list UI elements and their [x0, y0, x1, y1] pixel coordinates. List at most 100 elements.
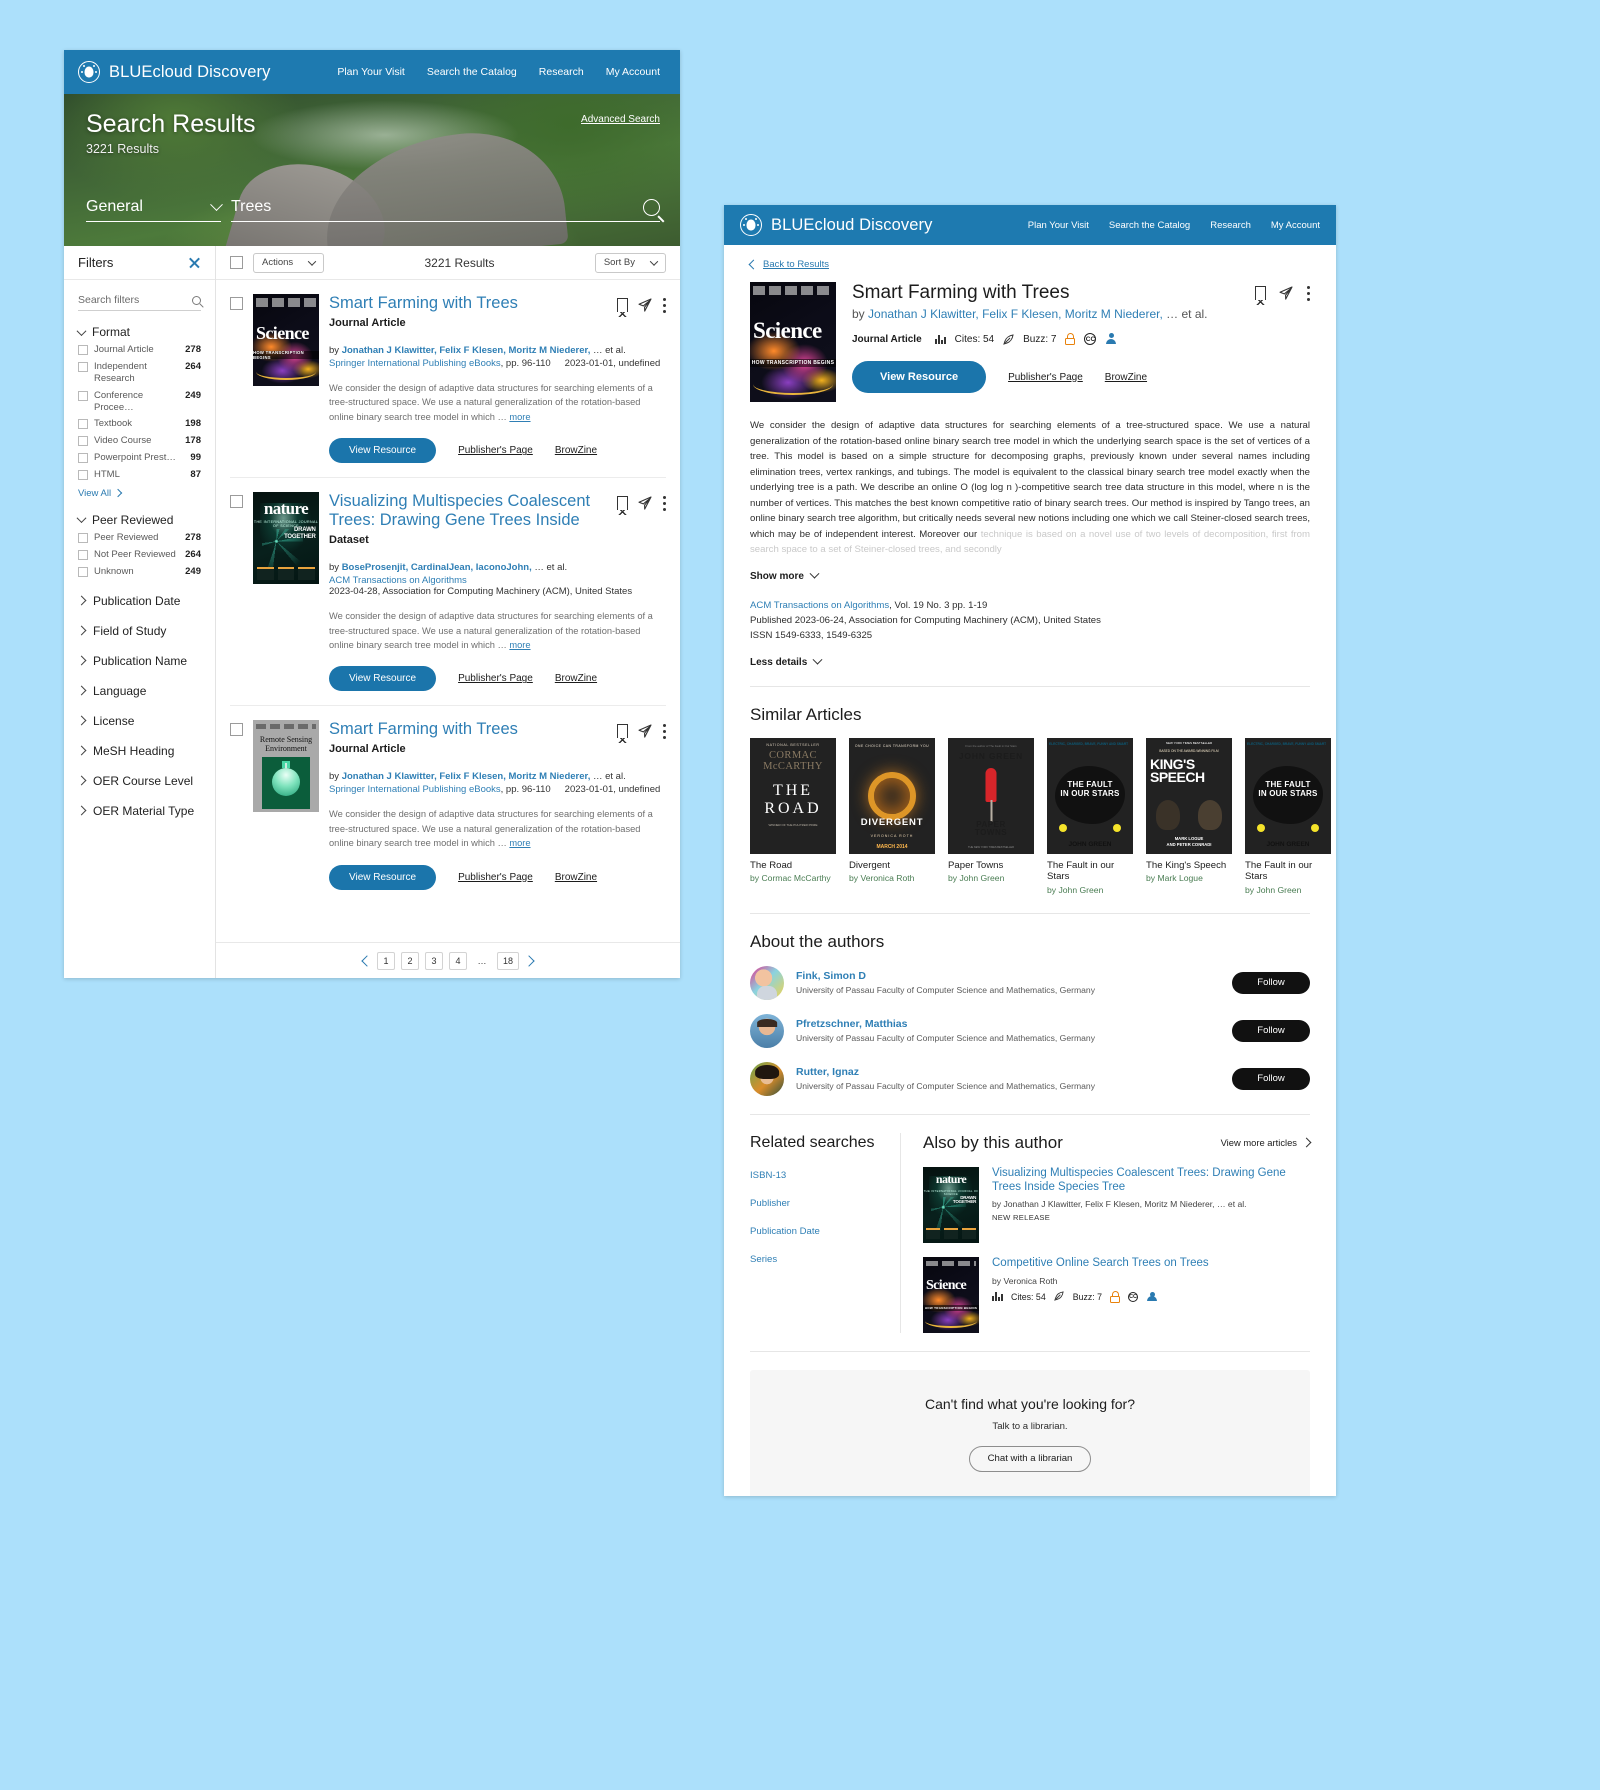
actions-dropdown[interactable]: Actions	[253, 252, 325, 273]
view-resource-button[interactable]: View Resource	[329, 438, 437, 464]
less-details-button[interactable]: Less details	[750, 654, 1310, 668]
chat-with-librarian-button[interactable]: Chat with a librarian	[968, 1445, 1092, 1472]
filter-option[interactable]: Video Course 178	[78, 435, 201, 447]
similar-article-title[interactable]: The Fault in our Stars	[1245, 860, 1331, 883]
browzine-link[interactable]: BrowZine	[555, 445, 597, 456]
kebab-menu-icon[interactable]	[662, 298, 666, 313]
filter-group-publication-date[interactable]: Publication Date	[76, 594, 201, 608]
close-icon[interactable]	[188, 256, 201, 269]
similar-article-item[interactable]: ELECTRIC, CHARGED, BRAVE, FUNNY AND SMAR…	[1245, 737, 1331, 895]
also-by-item[interactable]: nature THE INTERNATIONAL JOURNAL OF SCIE…	[923, 1166, 1310, 1243]
author-names[interactable]: Jonathan J Klawitter, Felix F Klesen, Mo…	[868, 307, 1163, 321]
author-names[interactable]: Jonathan J Klawitter, Felix F Klesen, Mo…	[342, 771, 591, 782]
similar-article-item[interactable]: NEW YORK TIMES BESTSELLER BASED ON THE A…	[1146, 737, 1232, 895]
result-checkbox[interactable]	[230, 297, 243, 310]
publishers-page-link[interactable]: Publisher's Page	[458, 673, 533, 684]
kebab-menu-icon[interactable]	[1306, 286, 1310, 301]
related-search-isbn-13[interactable]: ISBN-13	[750, 1170, 880, 1181]
page-button-2[interactable]: 2	[401, 951, 419, 970]
filter-group-oer-material-type[interactable]: OER Material Type	[76, 804, 201, 818]
filter-option[interactable]: HTML 87	[78, 469, 201, 481]
browzine-link[interactable]: BrowZine	[555, 673, 597, 684]
view-resource-button[interactable]: View Resource	[329, 864, 437, 890]
similar-article-title[interactable]: The Fault in our Stars	[1047, 860, 1133, 883]
filter-option[interactable]: Conference Procee… 249	[78, 390, 201, 414]
filter-option[interactable]: Journal Article 278	[78, 344, 201, 356]
publishers-page-link[interactable]: Publisher's Page	[458, 872, 533, 883]
checkbox[interactable]	[78, 436, 88, 447]
back-to-results[interactable]: Back to Results	[748, 259, 1310, 270]
send-icon[interactable]	[638, 496, 652, 510]
result-source[interactable]: Springer International Publishing eBooks	[329, 358, 501, 369]
send-icon[interactable]	[638, 724, 652, 738]
sort-by-dropdown[interactable]: Sort By	[594, 252, 666, 273]
page-button-1[interactable]: 1	[377, 951, 395, 970]
filter-option[interactable]: Unknown 249	[78, 566, 201, 578]
similar-article-title[interactable]: The Road	[750, 860, 836, 872]
follow-button[interactable]: Follow	[1232, 1067, 1310, 1090]
similar-article-item[interactable]: From the author of The Fault in Our Star…	[948, 737, 1034, 895]
filter-option[interactable]: Powerpoint Prest… 99	[78, 452, 201, 464]
more-link[interactable]: more	[509, 838, 530, 848]
nav-plan-your-visit[interactable]: Plan Your Visit	[337, 66, 405, 78]
nav-my-account[interactable]: My Account	[1271, 220, 1320, 231]
more-link[interactable]: more	[509, 412, 530, 422]
view-all-formats-link[interactable]: View All	[78, 488, 201, 499]
related-search-series[interactable]: Series	[750, 1254, 880, 1265]
bookmark-icon[interactable]	[616, 496, 629, 516]
nav-plan-your-visit[interactable]: Plan Your Visit	[1028, 220, 1089, 231]
page-button-4[interactable]: 4	[449, 951, 467, 970]
browzine-link[interactable]: BrowZine	[555, 872, 597, 883]
search-icon[interactable]	[643, 198, 660, 216]
nav-search-the-catalog[interactable]: Search the Catalog	[1109, 220, 1190, 231]
browzine-link[interactable]: BrowZine	[1105, 372, 1147, 383]
select-all-checkbox[interactable]	[230, 256, 243, 269]
filter-search-input[interactable]: Search filters	[78, 294, 201, 311]
checkbox[interactable]	[78, 419, 88, 430]
checkbox[interactable]	[78, 470, 88, 480]
page-button-18[interactable]: 18	[497, 951, 519, 970]
filter-group-field-of-study[interactable]: Field of Study	[76, 624, 201, 638]
brand[interactable]: BLUEcloud Discovery	[78, 61, 270, 83]
checkbox[interactable]	[78, 361, 88, 372]
also-by-title[interactable]: Visualizing Multispecies Coalescent Tree…	[992, 1167, 1310, 1195]
brand[interactable]: BLUEcloud Discovery	[740, 214, 932, 236]
filter-option[interactable]: Independent Research 264	[78, 361, 201, 385]
result-source[interactable]: Springer International Publishing eBooks	[329, 784, 501, 795]
advanced-search-link[interactable]: Advanced Search	[581, 114, 660, 125]
checkbox[interactable]	[78, 345, 88, 355]
filter-group-oer-course-level[interactable]: OER Course Level	[76, 774, 201, 788]
kebab-menu-icon[interactable]	[662, 724, 666, 740]
result-source[interactable]: ACM Transactions on Algorithms	[329, 575, 467, 586]
view-more-articles-link[interactable]: View more articles	[1221, 1137, 1312, 1148]
filter-option[interactable]: Not Peer Reviewed 264	[78, 549, 201, 561]
author-name[interactable]: Pfretzschner, Matthias	[796, 1018, 1220, 1030]
result-title[interactable]: Smart Farming with Trees	[329, 720, 617, 739]
send-icon[interactable]	[638, 298, 652, 312]
nav-research[interactable]: Research	[1210, 220, 1251, 231]
publishers-page-link[interactable]: Publisher's Page	[1008, 372, 1083, 383]
similar-article-title[interactable]: The King's Speech	[1146, 860, 1232, 872]
filter-group-mesh-heading[interactable]: MeSH Heading	[76, 744, 201, 758]
checkbox[interactable]	[78, 549, 88, 560]
send-icon[interactable]	[1279, 286, 1293, 300]
more-link[interactable]: more	[509, 640, 530, 650]
chevron-left-icon[interactable]	[361, 954, 373, 967]
filter-group-publication-name[interactable]: Publication Name	[76, 654, 201, 668]
checkbox[interactable]	[78, 453, 88, 464]
nav-my-account[interactable]: My Account	[606, 66, 660, 78]
bookmark-icon[interactable]	[616, 724, 629, 744]
publishers-page-link[interactable]: Publisher's Page	[458, 445, 533, 456]
author-names[interactable]: BoseProsenjit, CardinalJean, IaconoJohn,	[342, 562, 532, 573]
chevron-right-icon[interactable]	[523, 954, 535, 967]
filter-group-header[interactable]: Format	[76, 325, 201, 339]
also-by-title[interactable]: Competitive Online Search Trees on Trees	[992, 1257, 1310, 1271]
page-button-3[interactable]: 3	[425, 951, 443, 970]
search-scope-select[interactable]: General	[86, 197, 223, 222]
follow-button[interactable]: Follow	[1232, 971, 1310, 994]
author-name[interactable]: Rutter, Ignaz	[796, 1066, 1220, 1078]
checkbox[interactable]	[78, 532, 88, 543]
checkbox[interactable]	[78, 566, 88, 577]
nav-research[interactable]: Research	[539, 66, 584, 78]
bookmark-icon[interactable]	[1254, 286, 1267, 305]
